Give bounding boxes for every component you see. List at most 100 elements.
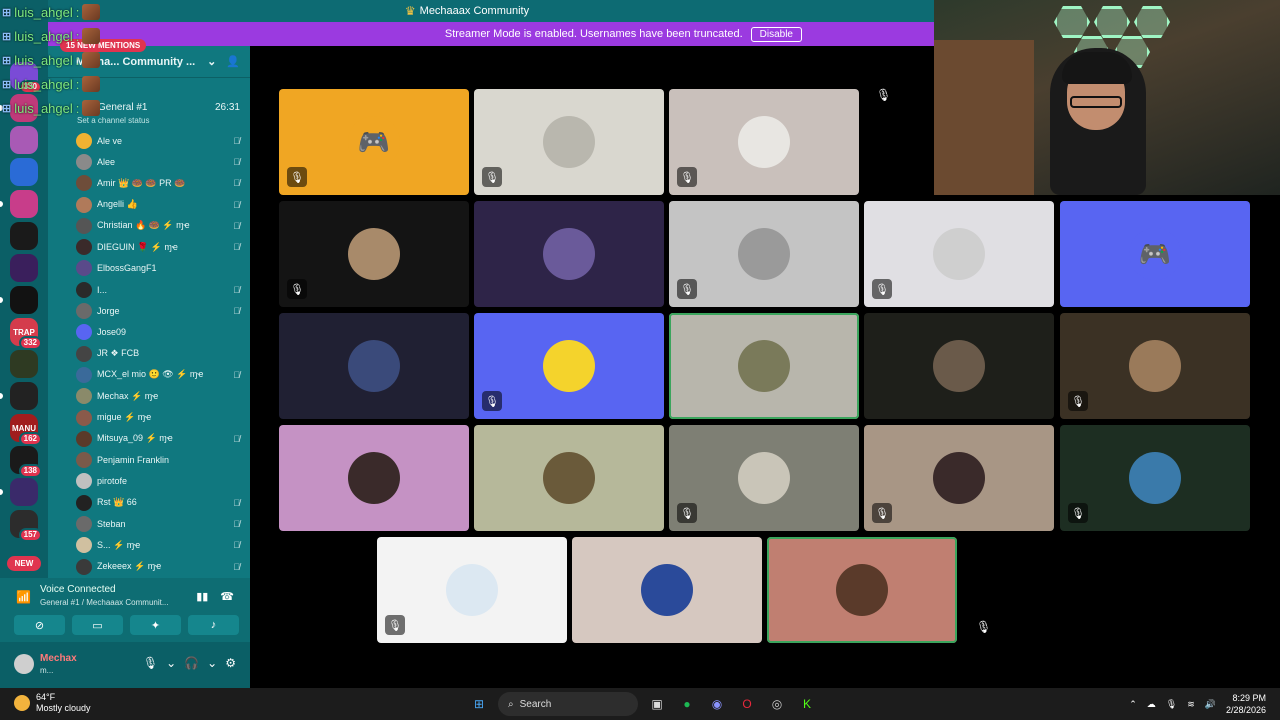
participant-tile[interactable]: 🎙: [864, 201, 1054, 307]
voice-member[interactable]: Angelli 👍 🎙̸: [76, 194, 244, 215]
avatar: [738, 116, 790, 168]
server-icon[interactable]: [10, 190, 38, 218]
participant-tile[interactable]: 🎙: [474, 89, 664, 195]
voice-member[interactable]: S... ⚡ ɱҽ 🎙̸: [76, 535, 244, 556]
discord-icon[interactable]: ◉: [706, 693, 728, 715]
wifi-icon[interactable]: ≋: [1187, 699, 1195, 710]
server-icon[interactable]: [10, 222, 38, 250]
voice-member[interactable]: JR ❖ FCB: [76, 343, 244, 364]
participant-tile[interactable]: 🎙: [377, 537, 567, 643]
participant-tile[interactable]: 🎙: [864, 425, 1054, 531]
server-icon[interactable]: [10, 158, 38, 186]
chat-separator: :: [75, 100, 80, 116]
disable-streamer-mode-button[interactable]: Disable: [750, 26, 802, 42]
voice-member[interactable]: Mitsuya_09 ⚡ ɱҽ 🎙̸: [76, 428, 244, 449]
microphone-icon[interactable]: 🎙: [143, 656, 158, 670]
participant-tile[interactable]: [279, 313, 469, 419]
server-icon[interactable]: [10, 254, 38, 282]
discord-logo-icon: 🎮: [348, 116, 400, 168]
soundboard-button[interactable]: ♪: [188, 615, 239, 635]
voice-member[interactable]: Alee 🎙̸: [76, 151, 244, 172]
voice-member[interactable]: Jose09: [76, 322, 244, 343]
voice-member[interactable]: pirotofe: [76, 471, 244, 492]
signal-icon[interactable]: 📶: [16, 590, 31, 604]
voice-member[interactable]: ElbossGangF1: [76, 258, 244, 279]
voice-member[interactable]: I... 🎙̸: [76, 279, 244, 300]
server-icon[interactable]: 157: [10, 510, 42, 542]
chevron-down-icon[interactable]: ⌄: [166, 656, 176, 670]
participant-tile[interactable]: 🎙: [474, 313, 664, 419]
chevron-up-icon[interactable]: ⌃: [1129, 699, 1137, 710]
disconnect-icon[interactable]: ☎: [220, 590, 234, 603]
server-title: Mechaaax Community: [419, 5, 530, 17]
screen-share-button[interactable]: ▭: [72, 615, 123, 635]
participant-tile[interactable]: 🎙: [1060, 313, 1250, 419]
server-icon[interactable]: TRAP 332: [10, 318, 42, 350]
participant-tile[interactable]: [767, 537, 957, 643]
server-icon[interactable]: [10, 126, 38, 154]
weather-widget[interactable]: 64°F Mostly cloudy: [14, 692, 91, 714]
taskbar-search[interactable]: ⌕ Search: [498, 692, 638, 716]
app-icon[interactable]: ◎: [766, 693, 788, 715]
temperature: 64°F: [36, 692, 56, 702]
voice-status-subtitle[interactable]: General #1 / Mechaaax Communit...: [40, 598, 169, 607]
avatar[interactable]: [14, 654, 34, 674]
voice-member[interactable]: Penjamin Franklin: [76, 449, 244, 470]
task-view-icon[interactable]: ▣: [646, 693, 668, 715]
volume-icon[interactable]: 🔊: [1205, 699, 1216, 710]
voice-member[interactable]: Mechax ⚡ ɱҽ: [76, 386, 244, 407]
voice-member[interactable]: migue ⚡ ɱҽ: [76, 407, 244, 428]
voice-member[interactable]: MCX_el mio 🙂 👁 ⚡ ɱҽ 🎙̸: [76, 364, 244, 385]
kick-icon[interactable]: K: [796, 693, 818, 715]
muted-icon: 🎙: [1068, 503, 1088, 523]
avatar: [738, 228, 790, 280]
server-icon[interactable]: MANU 162: [10, 414, 42, 446]
participant-tile[interactable]: 🎙: [279, 201, 469, 307]
chevron-down-icon[interactable]: ⌄: [207, 55, 216, 68]
voice-member[interactable]: Amir 👑 🍩 🍩 PR 🍩 🎙̸: [76, 173, 244, 194]
server-icon[interactable]: [10, 286, 38, 314]
server-icon[interactable]: [10, 350, 38, 378]
participant-tile[interactable]: [572, 537, 762, 643]
microphone-icon[interactable]: 🎙: [1166, 699, 1177, 710]
new-unreads-pill[interactable]: NEW: [7, 556, 41, 571]
muted-icon: 🎙: [385, 615, 405, 635]
server-icon[interactable]: [10, 382, 38, 410]
spotify-icon[interactable]: ●: [676, 693, 698, 715]
camera-button[interactable]: ⊘: [14, 615, 65, 635]
participant-tile[interactable]: [474, 425, 664, 531]
cloud-icon[interactable]: ☁: [1147, 699, 1156, 710]
participant-tile[interactable]: [864, 313, 1054, 419]
opera-icon[interactable]: O: [736, 693, 758, 715]
voice-member[interactable]: Steban 🎙̸: [76, 513, 244, 534]
participant-tile[interactable]: 🎙: [669, 89, 859, 195]
search-label: Search: [519, 698, 552, 710]
participant-tile[interactable]: [474, 201, 664, 307]
chevron-down-icon[interactable]: ⌄: [207, 656, 217, 670]
server-icon[interactable]: 138: [10, 446, 42, 478]
participant-tile[interactable]: 🎙: [669, 425, 859, 531]
noise-suppression-icon[interactable]: ▮▮: [196, 590, 208, 603]
participant-tile[interactable]: 🎮: [1060, 201, 1250, 307]
gear-icon[interactable]: ⚙: [225, 656, 236, 670]
muted-icon: 🎙: [287, 279, 307, 299]
participant-tile[interactable]: 🎙: [669, 201, 859, 307]
avatar: [348, 228, 400, 280]
headphones-icon[interactable]: 🎧: [184, 656, 199, 670]
participant-tile[interactable]: [669, 313, 859, 419]
system-clock[interactable]: 8:29 PM 2/28/2026: [1226, 692, 1266, 716]
participant-tile[interactable]: [279, 425, 469, 531]
windows-start-icon[interactable]: ⊞: [468, 693, 490, 715]
server-icon[interactable]: [10, 478, 38, 506]
voice-member[interactable]: Zekeeex ⚡ ɱҽ 🎙̸: [76, 556, 244, 577]
voice-member[interactable]: Ale ve 🎙̸: [76, 130, 244, 151]
voice-member[interactable]: Rst 👑 66 🎙̸: [76, 492, 244, 513]
avatar: [76, 281, 92, 298]
participant-tile[interactable]: 🎮 🎙: [279, 89, 469, 195]
participant-tile[interactable]: 🎙: [1060, 425, 1250, 531]
voice-member[interactable]: Jorge 🎙̸: [76, 300, 244, 321]
voice-member[interactable]: Christian 🔥 🍩 ⚡ ɱҽ 🎙̸: [76, 215, 244, 236]
activities-button[interactable]: ✦: [130, 615, 181, 635]
voice-member[interactable]: DIEGUIN 🌹 ⚡ ɱҽ 🎙̸: [76, 236, 244, 257]
add-member-icon[interactable]: 👤: [226, 55, 240, 68]
